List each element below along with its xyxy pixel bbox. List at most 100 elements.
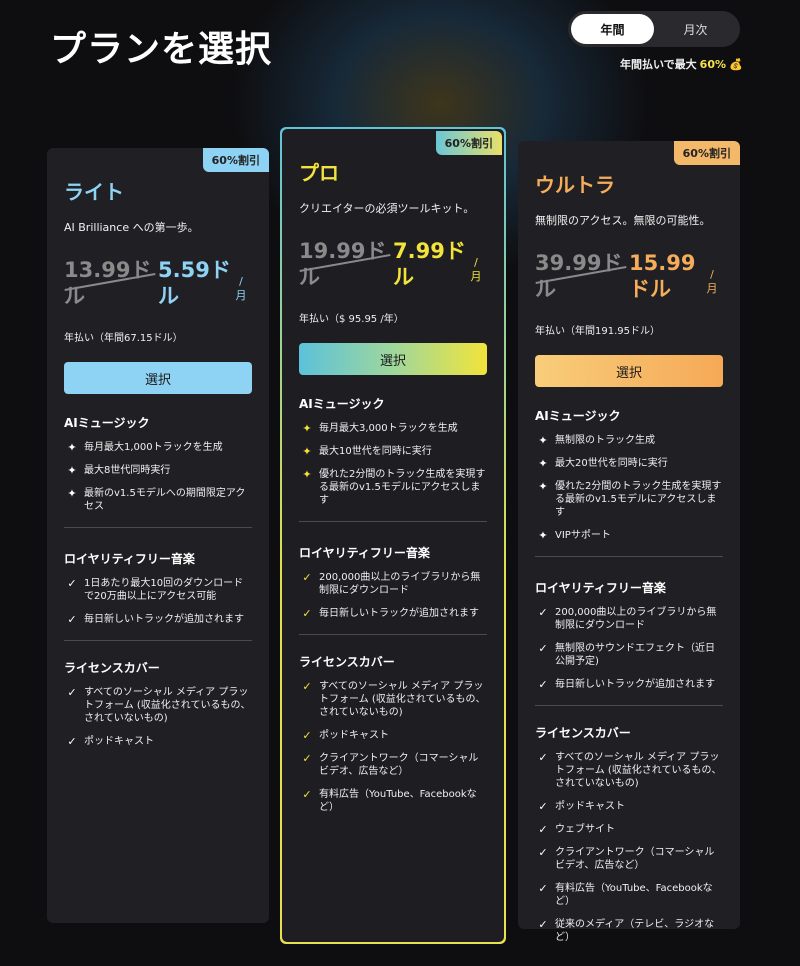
price-period: /月 xyxy=(470,256,482,283)
feature-text: ウェブサイト xyxy=(555,824,615,835)
check-icon: ✓ xyxy=(538,918,548,931)
billing-info: 年払い（年間67.15ドル） xyxy=(64,333,183,344)
feature-item: ✓ 毎日新しいトラックが追加されます xyxy=(535,678,723,691)
check-icon: ✓ xyxy=(302,680,312,693)
feature-item: ✓ 毎日新しいトラックが追加されます xyxy=(299,607,487,620)
feature-item: ✓ 無制限のサウンドエフェクト（近日公開予定) xyxy=(535,642,723,668)
feature-item: ✓ 毎日新しいトラックが追加されます xyxy=(64,613,252,626)
section-title: AIミュージック xyxy=(64,416,150,430)
price-period: /月 xyxy=(706,268,718,295)
feature-text: 1日あたり最大10回のダウンロードで20万曲以上にアクセス可能 xyxy=(84,578,244,602)
money-bag-icon: 💰 xyxy=(729,57,743,71)
feature-text: ポッドキャスト xyxy=(84,736,154,747)
toggle-monthly[interactable]: 月次 xyxy=(654,14,737,44)
check-icon: ✓ xyxy=(67,577,77,590)
feature-text: 毎月最大3,000トラックを生成 xyxy=(319,423,458,434)
section-divider xyxy=(535,705,723,706)
feature-item: ✓ 有料広告（YouTube、Facebookなど） xyxy=(299,788,487,814)
feature-text: 従来のメディア（テレビ、ラジオなど） xyxy=(555,919,715,943)
check-icon: ✓ xyxy=(538,800,548,813)
sparkle-icon: ✦ xyxy=(67,487,77,500)
feature-item: ✓ すべてのソーシャル メディア プラットフォーム (収益化されているもの、され… xyxy=(64,686,252,725)
plan-name: ウルトラ xyxy=(535,173,615,197)
check-icon: ✓ xyxy=(538,846,548,859)
page-title: プランを選択 xyxy=(50,29,273,70)
feature-item: ✓ 200,000曲以上のライブラリから無制限にダウンロード xyxy=(299,571,487,597)
billing-toggle[interactable]: 年間 月次 xyxy=(568,11,740,47)
feature-text: VIPサポート xyxy=(555,530,611,541)
check-icon: ✓ xyxy=(302,607,312,620)
feature-text: クライアントワーク（コマーシャルビデオ、広告など） xyxy=(319,753,479,777)
feature-text: すべてのソーシャル メディア プラットフォーム (収益化されているもの、されてい… xyxy=(319,681,486,718)
feature-item: ✦ 最大10世代を同時に実行 xyxy=(299,445,487,458)
plan-card-pro: 60%割引 プロ クリエイターの必須ツールキット。 19.99ドル 7.99ドル … xyxy=(280,127,506,944)
feature-item: ✓ すべてのソーシャル メディア プラットフォーム (収益化されているもの、され… xyxy=(535,751,723,790)
yearly-note-prefix: 年間払いで最大 xyxy=(620,58,697,71)
feature-item: ✦ 最大20世代を同時に実行 xyxy=(535,457,723,470)
feature-item: ✦ VIPサポート xyxy=(535,529,723,542)
price-row: 19.99ドル 7.99ドル /月 xyxy=(299,238,487,300)
feature-item: ✓ すべてのソーシャル メディア プラットフォーム (収益化されているもの、され… xyxy=(299,680,487,719)
check-icon: ✓ xyxy=(538,642,548,655)
feature-text: 最新のv1.5モデルへの期間限定アクセス xyxy=(84,488,246,512)
feature-text: 200,000曲以上のライブラリから無制限にダウンロード xyxy=(319,572,481,596)
sparkle-icon: ✦ xyxy=(538,529,548,542)
feature-text: 優れた2分間のトラック生成を実現する最新のv1.5モデルにアクセスします xyxy=(555,481,722,518)
price-row: 39.99ドル 15.99ドル /月 xyxy=(535,250,723,312)
sparkle-icon: ✦ xyxy=(302,468,312,481)
feature-text: クライアントワーク（コマーシャルビデオ、広告など） xyxy=(555,847,715,871)
feature-text: ポッドキャスト xyxy=(319,730,389,741)
discounted-price: 5.59ドル xyxy=(158,258,231,308)
plan-name: プロ xyxy=(299,161,339,185)
plan-name: ライト xyxy=(64,180,124,204)
check-icon: ✓ xyxy=(302,729,312,742)
feature-text: すべてのソーシャル メディア プラットフォーム (収益化されているもの、されてい… xyxy=(84,687,251,724)
feature-item: ✦ 最新のv1.5モデルへの期間限定アクセス xyxy=(64,487,252,513)
select-plan-button[interactable]: 選択 xyxy=(299,343,487,375)
feature-item: ✓ クライアントワーク（コマーシャルビデオ、広告など） xyxy=(299,752,487,778)
feature-text: 有料広告（YouTube、Facebookなど） xyxy=(319,789,477,813)
section-title: ロイヤリティフリー音楽 xyxy=(64,552,195,566)
check-icon: ✓ xyxy=(67,686,77,699)
sparkle-icon: ✦ xyxy=(302,445,312,458)
check-icon: ✓ xyxy=(538,751,548,764)
feature-text: 200,000曲以上のライブラリから無制限にダウンロード xyxy=(555,607,717,631)
feature-item: ✓ 1日あたり最大10回のダウンロードで20万曲以上にアクセス可能 xyxy=(64,577,252,603)
feature-item: ✦ 毎月最大3,000トラックを生成 xyxy=(299,422,487,435)
feature-text: 毎日新しいトラックが追加されます xyxy=(319,608,479,619)
section-title: AIミュージック xyxy=(299,397,385,411)
feature-text: 毎日新しいトラックが追加されます xyxy=(555,679,715,690)
select-plan-button[interactable]: 選択 xyxy=(535,355,723,387)
select-plan-button[interactable]: 選択 xyxy=(64,362,252,394)
plan-tagline: AI Brilliance への第一歩。 xyxy=(64,221,199,234)
toggle-yearly[interactable]: 年間 xyxy=(571,14,654,44)
section-title: ライセンスカバー xyxy=(299,655,395,669)
feature-text: 有料広告（YouTube、Facebookなど） xyxy=(555,883,713,907)
original-price: 13.99ドル xyxy=(64,257,158,309)
section-title: ライセンスカバー xyxy=(535,726,631,740)
sparkle-icon: ✦ xyxy=(67,441,77,454)
feature-item: ✦ 無制限のトラック生成 xyxy=(535,434,723,447)
original-price: 39.99ドル xyxy=(535,250,629,302)
feature-text: 最大20世代を同時に実行 xyxy=(555,458,668,469)
feature-item: ✓ 有料広告（YouTube、Facebookなど） xyxy=(535,882,723,908)
plan-tagline: 無制限のアクセス。無限の可能性。 xyxy=(535,214,711,227)
check-icon: ✓ xyxy=(302,788,312,801)
plan-card-lite: 60%割引 ライト AI Brilliance への第一歩。 13.99ドル 5.… xyxy=(47,148,269,923)
yearly-note-pct: 60% xyxy=(699,57,727,71)
feature-item: ✦ 最大8世代同時実行 xyxy=(64,464,252,477)
check-icon: ✓ xyxy=(538,882,548,895)
section-title: ライセンスカバー xyxy=(64,661,160,675)
feature-item: ✓ ポッドキャスト xyxy=(299,729,487,742)
section-divider xyxy=(299,634,487,635)
discounted-price: 7.99ドル xyxy=(393,239,466,289)
section-divider xyxy=(64,640,252,641)
check-icon: ✓ xyxy=(302,752,312,765)
discounted-price: 15.99ドル xyxy=(629,251,696,301)
feature-item: ✓ ポッドキャスト xyxy=(535,800,723,813)
feature-text: 最大8世代同時実行 xyxy=(84,465,171,476)
feature-text: すべてのソーシャル メディア プラットフォーム (収益化されているもの、されてい… xyxy=(555,752,722,789)
original-price: 19.99ドル xyxy=(299,238,393,290)
section-title: AIミュージック xyxy=(535,409,621,423)
check-icon: ✓ xyxy=(538,823,548,836)
